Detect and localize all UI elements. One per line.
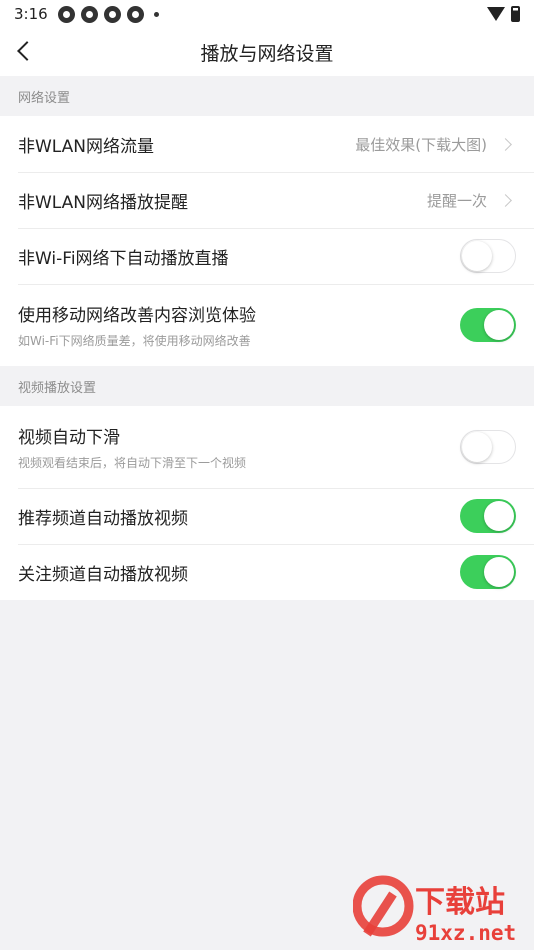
notification-icons (57, 5, 159, 23)
settings-group-network: 非WLAN网络流量 最佳效果(下载大图) 非WLAN网络播放提醒 提醒一次 非W… (0, 116, 534, 366)
setting-value: 提醒一次 (426, 191, 487, 210)
notification-app-icon (80, 5, 98, 23)
follow-autoplay-toggle[interactable] (460, 555, 516, 589)
notification-app-icon (57, 5, 75, 23)
status-time: 3:16 (14, 5, 48, 23)
setting-description: 视频观看结束后，将自动下滑至下一个视频 (18, 456, 247, 470)
watermark-logo: 下载站 91xz.net (353, 875, 516, 945)
notification-app-icon (126, 5, 144, 23)
setting-description: 如Wi-Fi下网络质量差，将使用移动网络改善 (18, 334, 251, 348)
autoplay-live-toggle[interactable] (460, 239, 516, 273)
toggle-knob (484, 501, 514, 531)
setting-recommend-channel-autoplay: 推荐频道自动播放视频 (0, 488, 534, 544)
notification-app-icon (103, 5, 121, 23)
system-icons (487, 6, 520, 22)
status-bar: 3:16 (0, 0, 534, 28)
setting-label: 非Wi-Fi网络下自动播放直播 (18, 248, 229, 269)
setting-label: 关注频道自动播放视频 (18, 564, 188, 585)
toggle-knob (484, 310, 514, 340)
section-header-video: 视频播放设置 (0, 366, 534, 406)
setting-label: 推荐频道自动播放视频 (18, 508, 188, 529)
mobile-network-improve-toggle[interactable] (460, 308, 516, 342)
toggle-knob (484, 557, 514, 587)
watermark-text: 下载站 (415, 885, 505, 920)
video-auto-scroll-toggle[interactable] (460, 430, 516, 464)
battery-icon (511, 6, 520, 22)
toggle-knob (462, 240, 492, 271)
wifi-icon (487, 7, 505, 21)
recommend-autoplay-toggle[interactable] (460, 499, 516, 533)
setting-label: 视频自动下滑 (18, 428, 120, 448)
toggle-knob (462, 431, 492, 462)
setting-value: 最佳效果(下载大图) (355, 135, 487, 154)
setting-non-wifi-autoplay-live: 非Wi-Fi网络下自动播放直播 (0, 228, 534, 284)
nav-bar: 播放与网络设置 (0, 28, 534, 76)
setting-follow-channel-autoplay: 关注频道自动播放视频 (0, 544, 534, 600)
settings-group-video: 视频自动下滑 视频观看结束后，将自动下滑至下一个视频 推荐频道自动播放视频 关注… (0, 406, 534, 600)
setting-mobile-network-improve: 使用移动网络改善内容浏览体验 如Wi-Fi下网络质量差，将使用移动网络改善 (0, 284, 534, 366)
setting-video-auto-scroll: 视频自动下滑 视频观看结束后，将自动下滑至下一个视频 (0, 406, 534, 488)
more-notifications-dot-icon (153, 11, 159, 17)
page-title: 播放与网络设置 (200, 42, 334, 65)
section-header-network: 网络设置 (0, 76, 534, 116)
back-arrow-icon[interactable] (14, 40, 38, 64)
setting-non-wlan-play-reminder[interactable]: 非WLAN网络播放提醒 提醒一次 (0, 172, 534, 228)
setting-non-wlan-traffic[interactable]: 非WLAN网络流量 最佳效果(下载大图) (0, 116, 534, 172)
watermark-domain: 91xz.net (415, 921, 516, 945)
setting-label: 非WLAN网络播放提醒 (18, 192, 189, 213)
chevron-right-icon (499, 193, 512, 207)
chevron-right-icon (499, 137, 512, 151)
setting-label: 使用移动网络改善内容浏览体验 (18, 306, 256, 326)
setting-label: 非WLAN网络流量 (18, 136, 155, 157)
